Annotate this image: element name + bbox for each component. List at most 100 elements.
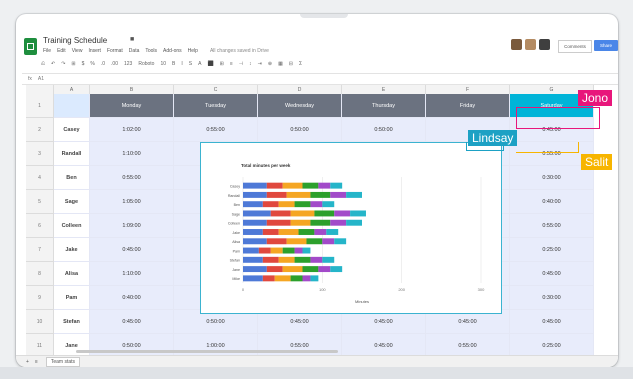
menu-item-view[interactable]: View — [72, 48, 83, 54]
row-number[interactable]: 8 — [26, 262, 54, 286]
toolbar-button[interactable]: ⊞ — [220, 61, 224, 67]
menu-item-help[interactable]: Help — [188, 48, 198, 54]
bar-segment[interactable] — [243, 229, 263, 235]
athlete-name[interactable]: Sage — [54, 190, 90, 214]
time-cell[interactable]: 0:55:00 — [90, 166, 174, 190]
bar-segment[interactable] — [270, 247, 283, 254]
bar-segment[interactable] — [282, 266, 303, 273]
toolbar-button[interactable]: ↷ — [61, 61, 65, 67]
bar-segment[interactable] — [306, 238, 323, 245]
bar-segment[interactable] — [262, 229, 279, 235]
time-cell[interactable]: 0:45:00 — [90, 310, 174, 334]
toolbar-button[interactable]: ↕ — [249, 61, 252, 67]
athlete-name[interactable]: Casey — [54, 118, 90, 142]
toolbar-button[interactable]: .0 — [101, 61, 105, 67]
toolbar-button[interactable]: ↶ — [51, 61, 55, 67]
bar-segment[interactable] — [270, 210, 291, 217]
menu-item-format[interactable]: Format — [107, 48, 123, 54]
bar-segment[interactable] — [334, 238, 347, 245]
bar-segment[interactable] — [310, 201, 323, 208]
bar-segment[interactable] — [302, 266, 319, 273]
row-number[interactable]: 7 — [26, 238, 54, 262]
toolbar-button[interactable]: ⬛ — [207, 61, 213, 67]
column-header-e[interactable]: E — [342, 85, 426, 94]
toolbar-button[interactable]: ⎌ — [41, 61, 45, 67]
bar-segment[interactable] — [243, 266, 267, 273]
bar-segment[interactable] — [266, 238, 287, 245]
column-header-a[interactable]: A — [54, 85, 90, 94]
bar-segment[interactable] — [243, 247, 259, 254]
bar-segment[interactable] — [282, 182, 303, 189]
time-cell[interactable]: 0:30:00 — [510, 286, 594, 310]
toolbar-button[interactable]: I — [181, 61, 182, 67]
toolbar-button[interactable]: 123 — [124, 61, 132, 67]
bar-segment[interactable] — [243, 238, 267, 245]
bar-segment[interactable] — [322, 201, 335, 208]
add-sheet-icon[interactable]: + — [26, 359, 29, 365]
bar-segment[interactable] — [266, 182, 283, 189]
toolbar-button[interactable]: ⊟ — [289, 61, 293, 67]
avatar[interactable] — [511, 39, 522, 50]
time-cell[interactable]: 0:40:00 — [90, 286, 174, 310]
bar-segment[interactable] — [278, 256, 295, 263]
toolbar-button[interactable]: Σ — [299, 61, 302, 67]
bar-segment[interactable] — [330, 266, 343, 273]
bar-segment[interactable] — [243, 275, 263, 282]
row-number[interactable]: 1 — [26, 94, 54, 118]
day-header[interactable]: Tuesday — [174, 94, 258, 118]
bar-segment[interactable] — [310, 219, 331, 226]
athlete-name[interactable]: Pam — [54, 286, 90, 310]
athlete-name[interactable]: Jake — [54, 238, 90, 262]
bar-segment[interactable] — [318, 182, 331, 189]
time-cell[interactable]: 1:10:00 — [90, 142, 174, 166]
toolbar-button[interactable]: $ — [82, 61, 85, 67]
bar-segment[interactable] — [243, 201, 263, 208]
bar-segment[interactable] — [346, 191, 362, 198]
row-number[interactable]: 3 — [26, 142, 54, 166]
bar-segment[interactable] — [266, 191, 287, 198]
avatar[interactable] — [539, 39, 550, 50]
bar-segment[interactable] — [286, 191, 311, 198]
menu-item-data[interactable]: Data — [129, 48, 140, 54]
bar-segment[interactable] — [266, 219, 291, 226]
bar-segment[interactable] — [243, 191, 267, 198]
menu-item-file[interactable]: File — [43, 48, 51, 54]
bar-segment[interactable] — [302, 275, 311, 282]
bar-segment[interactable] — [243, 256, 263, 263]
toolbar-button[interactable]: ⊞ — [71, 61, 75, 67]
day-header[interactable]: Monday — [90, 94, 174, 118]
bar-segment[interactable] — [326, 229, 339, 235]
athlete-name[interactable]: Stefan — [54, 310, 90, 334]
row-number[interactable]: 5 — [26, 190, 54, 214]
toolbar-button[interactable]: ⊣ — [239, 61, 243, 67]
bar-segment[interactable] — [310, 256, 323, 263]
bar-segment[interactable] — [294, 256, 311, 263]
athlete-name[interactable]: Ben — [54, 166, 90, 190]
bar-segment[interactable] — [318, 266, 331, 273]
bar-segment[interactable] — [334, 210, 351, 217]
bar-segment[interactable] — [302, 182, 319, 189]
horizontal-scrollbar[interactable] — [76, 350, 338, 353]
row-number[interactable]: 6 — [26, 214, 54, 238]
day-header[interactable]: Wednesday — [258, 94, 342, 118]
folder-icon[interactable]: ■ — [130, 36, 134, 43]
row-number[interactable]: 10 — [26, 310, 54, 334]
bar-segment[interactable] — [262, 201, 279, 208]
sheets-logo-icon[interactable] — [24, 38, 37, 55]
bar-segment[interactable] — [314, 210, 335, 217]
toolbar-button[interactable]: S — [189, 61, 192, 67]
bar-segment[interactable] — [322, 256, 335, 263]
bar-segment[interactable] — [243, 219, 267, 226]
bar-segment[interactable] — [310, 191, 331, 198]
bar-segment[interactable] — [330, 182, 343, 189]
share-button[interactable]: Share — [594, 40, 618, 51]
menu-item-edit[interactable]: Edit — [57, 48, 66, 54]
bar-segment[interactable] — [310, 275, 319, 282]
bar-segment[interactable] — [294, 247, 303, 254]
bar-segment[interactable] — [286, 238, 307, 245]
column-header-d[interactable]: D — [258, 85, 342, 94]
row-number[interactable]: 2 — [26, 118, 54, 142]
toolbar-button[interactable]: B — [172, 61, 175, 67]
time-cell[interactable]: 0:45:00 — [90, 238, 174, 262]
menu-item-tools[interactable]: Tools — [145, 48, 157, 54]
